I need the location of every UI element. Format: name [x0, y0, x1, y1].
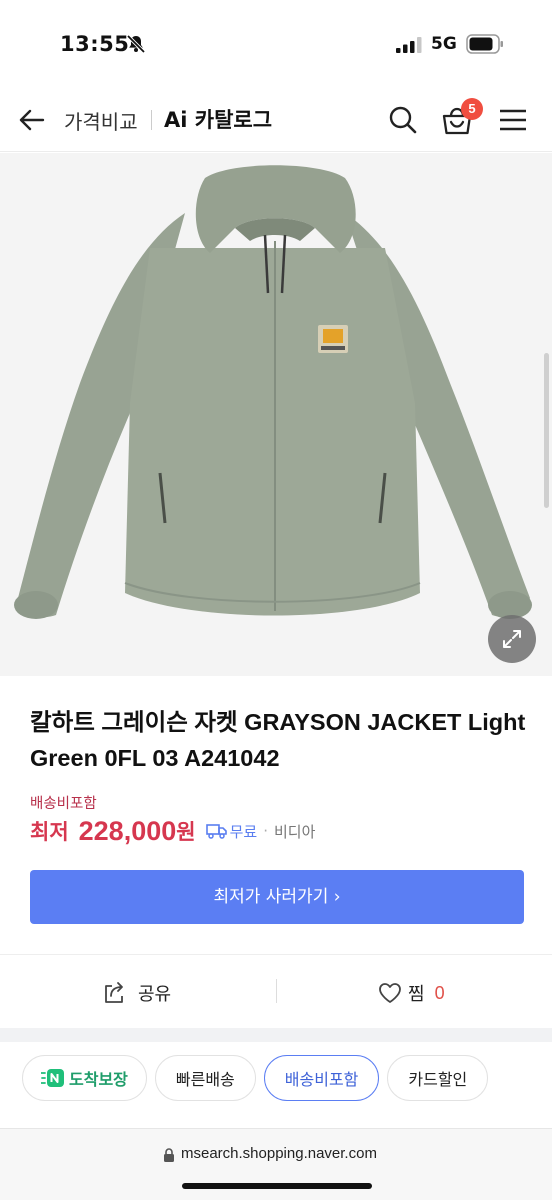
chip-label: 카드할인: [408, 1070, 468, 1089]
header-divider: [151, 110, 152, 130]
n-arrival-badge-icon: [41, 1069, 64, 1087]
hamburger-menu-icon[interactable]: [498, 107, 528, 133]
delivery-truck-icon: [205, 824, 227, 839]
like-count: 0: [434, 982, 445, 1003]
battery-icon: [466, 34, 503, 54]
filter-chips: 도착보장 빠른배송 배송비포함 카드할인: [22, 1055, 496, 1101]
price-row: 최저 228,000 원 무료 · 비디아: [30, 814, 315, 848]
home-indicator[interactable]: [182, 1183, 372, 1189]
top-navigation: 가격비교 Ai 카탈로그 5: [0, 88, 552, 152]
price-value: 228,000: [78, 815, 177, 846]
chip-label: 배송비포함: [284, 1070, 359, 1089]
price-prefix: 최저: [30, 820, 69, 844]
network-label: 5G: [431, 34, 457, 54]
chip-label: 도착보장: [69, 1070, 128, 1089]
chip-fast-delivery[interactable]: 빠른배송: [154, 1055, 256, 1101]
status-time: 13:55: [60, 32, 130, 56]
chip-card-discount[interactable]: 카드할인: [387, 1055, 489, 1101]
separator-dot: ·: [263, 822, 268, 840]
chip-guaranteed-arrival[interactable]: 도착보장: [22, 1055, 147, 1101]
action-divider: [276, 979, 277, 1003]
ai-catalog-title[interactable]: Ai 카탈로그: [164, 104, 272, 134]
share-icon: [105, 982, 123, 1003]
signal-icon: [396, 37, 422, 53]
status-bar: 13:55 5G: [0, 0, 552, 88]
buy-lowest-price-button[interactable]: 최저가 사러가기 ›: [30, 870, 524, 924]
bell-slash-icon: [126, 34, 146, 54]
heart-icon: [379, 983, 401, 1003]
cart-count-badge: 5: [461, 98, 483, 120]
expand-image-button[interactable]: [488, 615, 536, 663]
search-icon[interactable]: [388, 105, 418, 135]
action-row: 공유 찜 0: [0, 954, 552, 1028]
expand-arrows-icon: [503, 630, 521, 648]
share-label: 공유: [138, 984, 172, 1005]
shipping-included-label: 배송비포함: [30, 796, 97, 812]
section-divider: [0, 1028, 552, 1042]
product-image[interactable]: [0, 153, 552, 676]
seller-name[interactable]: 비디아: [274, 821, 315, 842]
like-label: 찜: [408, 984, 425, 1005]
price-unit: 원: [176, 820, 196, 844]
chip-label: 빠른배송: [175, 1070, 235, 1089]
like-button[interactable]: 찜 0: [378, 979, 445, 1007]
back-arrow-icon[interactable]: [18, 106, 46, 134]
free-shipping-label: 무료: [229, 822, 258, 841]
product-title: 칼하트 그레이슨 자켓 GRAYSON JACKET Light Green 0…: [30, 709, 526, 771]
lock-icon: [164, 1148, 174, 1162]
jacket-illustration: [14, 165, 532, 619]
image-scrollbar[interactable]: [544, 353, 549, 508]
url-text[interactable]: msearch.shopping.naver.com: [181, 1145, 377, 1162]
share-button[interactable]: 공유: [102, 979, 171, 1007]
chip-shipping-included[interactable]: 배송비포함: [263, 1055, 380, 1101]
browser-address-bar[interactable]: msearch.shopping.naver.com: [0, 1128, 552, 1200]
price-compare-link[interactable]: 가격비교: [64, 106, 138, 135]
cart-button[interactable]: 5: [441, 98, 483, 138]
